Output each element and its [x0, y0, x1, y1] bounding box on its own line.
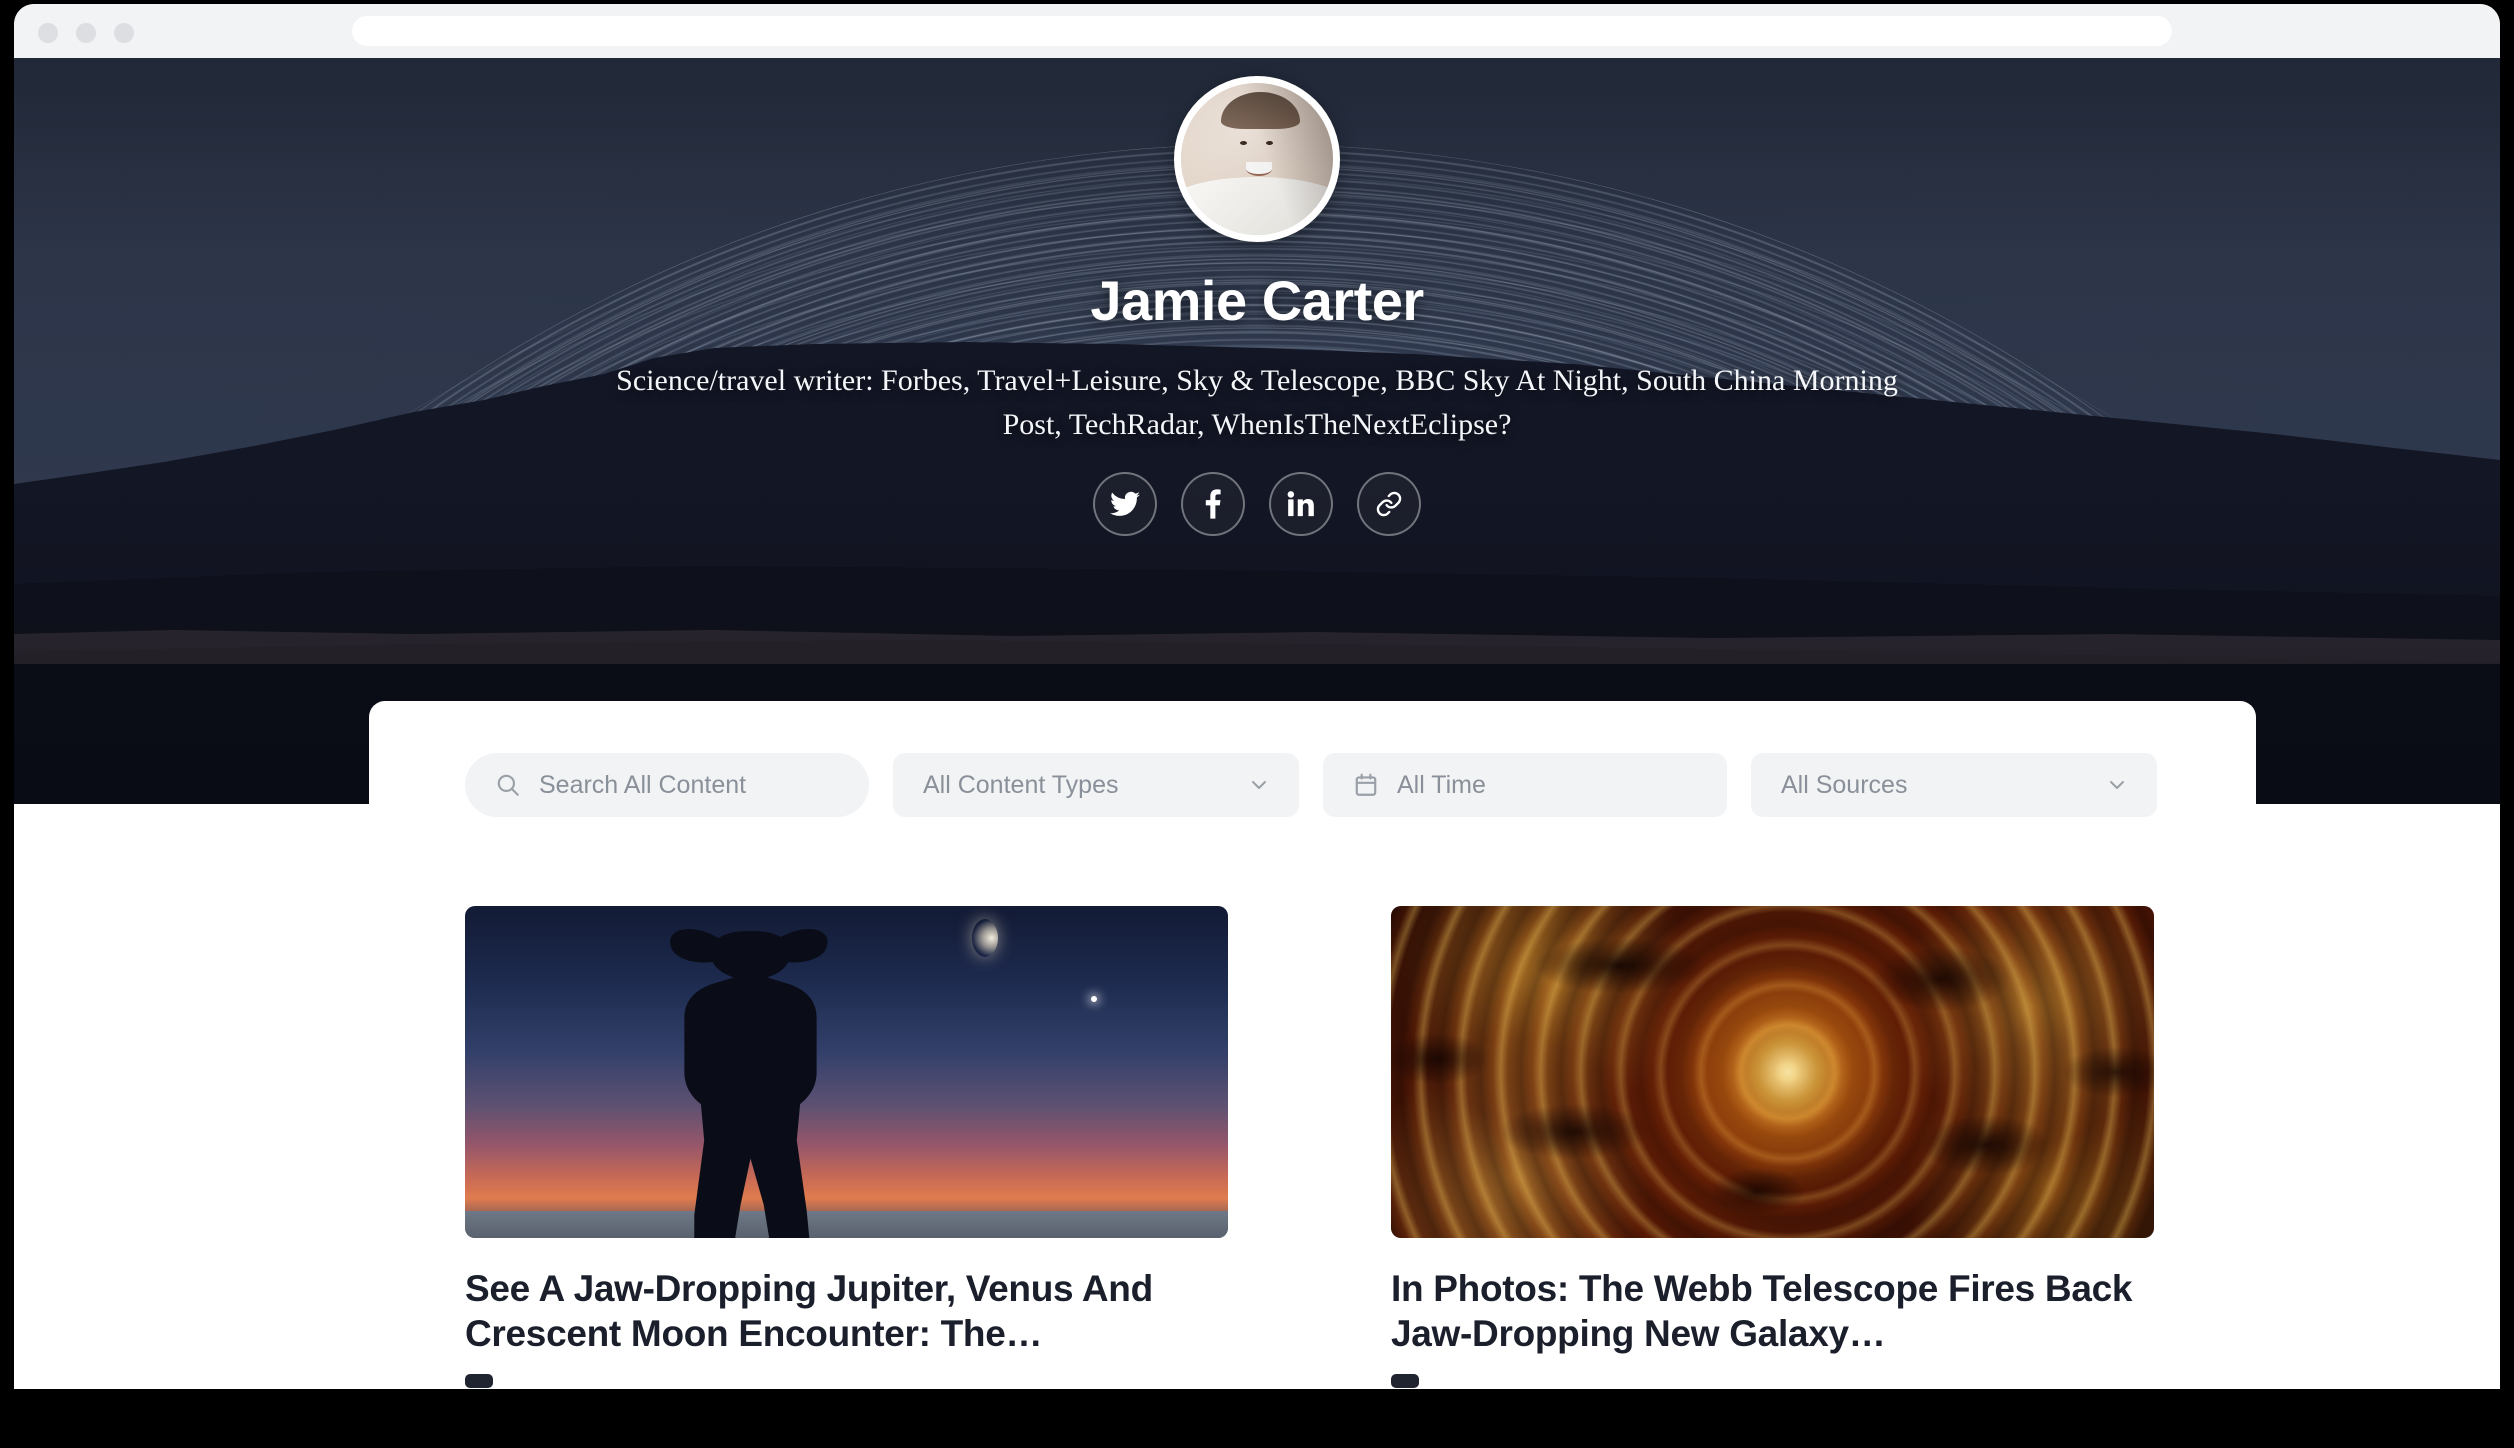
galaxy-dust-lanes [1391, 906, 2154, 1238]
chevron-down-icon [1247, 773, 1271, 797]
profile-hero: Jamie Carter Science/travel writer: Forb… [14, 58, 2500, 804]
filter-panel: Search All Content All Content Types All… [369, 701, 2256, 865]
calendar-icon [1353, 772, 1379, 798]
content-type-label: All Content Types [923, 770, 1119, 799]
article-title: See A Jaw-Dropping Jupiter, Venus And Cr… [465, 1268, 1153, 1355]
person-silhouette [670, 928, 828, 1238]
window-traffic-lights [38, 23, 134, 43]
chevron-down-icon [2105, 773, 2129, 797]
minimize-dot-icon[interactable] [76, 23, 96, 43]
article-thumbnail [465, 906, 1228, 1238]
article-meta [1391, 1374, 2154, 1389]
twilight-sky-image [465, 906, 1228, 1238]
page-title: Jamie Carter [1090, 269, 1424, 332]
galaxy-image [1391, 906, 2154, 1238]
avatar-shading [1181, 83, 1333, 235]
article-card[interactable]: See A Jaw-Dropping Jupiter, Venus And Cr… [465, 906, 1228, 1389]
twitter-icon[interactable] [1093, 472, 1157, 536]
link-icon[interactable] [1357, 472, 1421, 536]
date-range-label: All Time [1397, 770, 1486, 799]
maximize-dot-icon[interactable] [114, 23, 134, 43]
date-range-select[interactable]: All Time [1323, 753, 1727, 817]
filter-row: Search All Content All Content Types All… [465, 753, 2157, 817]
article-title: In Photos: The Webb Telescope Fires Back… [1391, 1268, 2133, 1355]
crescent-moon-icon [972, 919, 999, 958]
source-badge [1391, 1374, 1419, 1389]
search-input[interactable]: Search All Content [465, 753, 869, 817]
avatar[interactable] [1174, 76, 1340, 242]
content-type-select[interactable]: All Content Types [893, 753, 1299, 817]
hero-content: Jamie Carter Science/travel writer: Forb… [14, 58, 2500, 536]
sources-select[interactable]: All Sources [1751, 753, 2157, 817]
article-thumbnail [1391, 906, 2154, 1238]
results-grid: See A Jaw-Dropping Jupiter, Venus And Cr… [465, 906, 2154, 1389]
social-links [14, 472, 2500, 536]
profile-bio: Science/travel writer: Forbes, Travel+Le… [616, 364, 1898, 441]
facebook-icon[interactable] [1181, 472, 1245, 536]
sea-horizon [465, 1211, 1228, 1238]
browser-window: Jamie Carter Science/travel writer: Forb… [14, 4, 2500, 1389]
article-meta [465, 1374, 1228, 1389]
page-viewport: Jamie Carter Science/travel writer: Forb… [14, 58, 2500, 1389]
search-icon [495, 772, 521, 798]
sources-label: All Sources [1781, 770, 1908, 799]
planet-dot-icon [1090, 995, 1097, 1002]
source-badge [465, 1374, 493, 1389]
address-bar[interactable] [352, 16, 2172, 46]
search-placeholder: Search All Content [539, 770, 747, 799]
article-card[interactable]: In Photos: The Webb Telescope Fires Back… [1391, 906, 2154, 1389]
close-dot-icon[interactable] [38, 23, 58, 43]
linkedin-icon[interactable] [1269, 472, 1333, 536]
browser-titlebar [14, 4, 2500, 58]
results-area: See A Jaw-Dropping Jupiter, Venus And Cr… [14, 865, 2500, 1389]
